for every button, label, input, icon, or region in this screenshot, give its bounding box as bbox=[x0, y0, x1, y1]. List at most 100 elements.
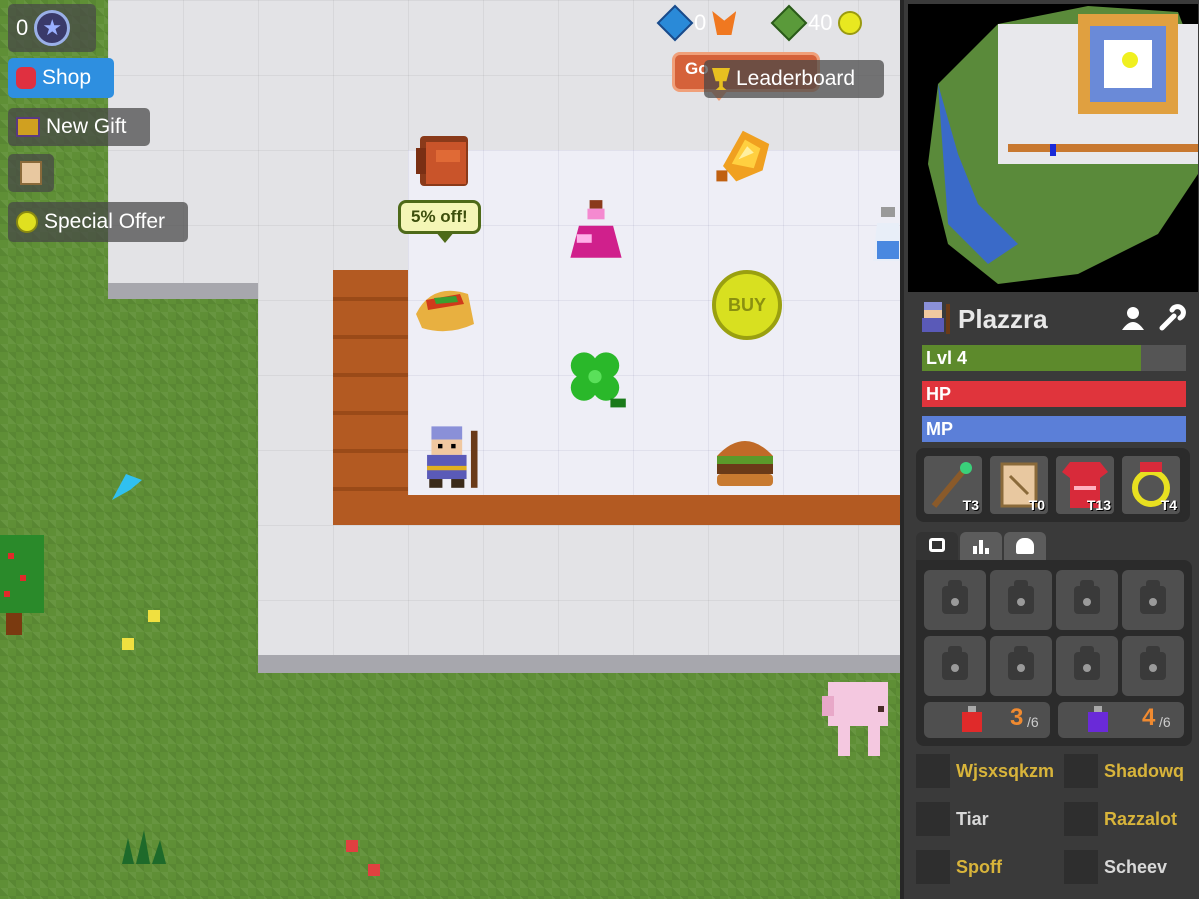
hp-label: HP bbox=[926, 384, 952, 404]
profile-icon[interactable] bbox=[1122, 306, 1144, 330]
level-bar: Lvl 4 bbox=[922, 345, 1186, 371]
inventory-slot[interactable] bbox=[990, 636, 1052, 696]
leaderboard-button[interactable]: Leaderboard bbox=[704, 60, 884, 98]
inventory-slot[interactable] bbox=[924, 636, 986, 696]
equip-slot-robe[interactable]: T13 bbox=[1054, 454, 1116, 516]
empty-slot-icon bbox=[1074, 580, 1100, 614]
clover-item[interactable] bbox=[562, 348, 628, 414]
pink-pig-sprite bbox=[822, 682, 888, 756]
tab-inventory[interactable] bbox=[916, 532, 958, 560]
tab-vault[interactable] bbox=[1004, 532, 1046, 560]
discount-bubble: 5% off! bbox=[398, 200, 481, 243]
taco-item[interactable] bbox=[412, 278, 480, 338]
new-gift-label: New Gift bbox=[46, 115, 127, 138]
vault-icon bbox=[1016, 538, 1034, 554]
inventory-slot[interactable] bbox=[1056, 570, 1118, 630]
star-icon: ★ bbox=[34, 10, 71, 46]
player-avatar bbox=[916, 802, 950, 836]
player-entry[interactable]: Razzalot bbox=[1064, 802, 1177, 836]
player-entry[interactable]: Scheev bbox=[1064, 850, 1167, 884]
fame-count: 0 bbox=[16, 15, 29, 40]
stone-ledge-left bbox=[108, 283, 260, 299]
trophy-icon bbox=[712, 68, 730, 90]
equip-slot-scroll[interactable]: T0 bbox=[988, 454, 1050, 516]
bottle-item[interactable] bbox=[870, 205, 900, 265]
scroll-button[interactable] bbox=[8, 154, 54, 192]
player-avatar bbox=[1064, 754, 1098, 788]
robe-tier: T13 bbox=[1086, 497, 1111, 513]
player-entry[interactable]: Wjsxsqkzm bbox=[916, 754, 1054, 788]
mp-bar: MP bbox=[922, 416, 1186, 442]
yellow-flowers bbox=[122, 610, 160, 650]
inventory-slot[interactable] bbox=[1122, 636, 1184, 696]
player-wizard-sprite[interactable] bbox=[416, 422, 482, 490]
empty-slot-icon bbox=[1008, 646, 1034, 680]
ring-tier: T4 bbox=[1160, 497, 1177, 513]
magic-potion-max: /6 bbox=[1159, 714, 1171, 730]
player-entry[interactable]: Spoff bbox=[916, 850, 1002, 884]
equip-slot-staff[interactable]: T3 bbox=[922, 454, 984, 516]
inventory-slot[interactable] bbox=[1122, 570, 1184, 630]
empty-slot-icon bbox=[1140, 580, 1166, 614]
player-avatar bbox=[916, 850, 950, 884]
inventory-slot[interactable] bbox=[990, 570, 1052, 630]
backpack-tab-icon bbox=[929, 538, 945, 552]
side-panel: Plazzra Lvl 4 HP MP T3 T0 T13 T4 3 /6 4 … bbox=[900, 0, 1199, 899]
tab-stats[interactable] bbox=[960, 532, 1002, 560]
shop-label: Shop bbox=[42, 66, 92, 89]
stats-chart-icon bbox=[972, 538, 990, 558]
player-name: Wjsxsqkzm bbox=[956, 760, 1055, 781]
buy-coin-label: BUY bbox=[727, 294, 766, 315]
minimap[interactable] bbox=[908, 4, 1198, 292]
empty-slot-icon bbox=[1008, 580, 1034, 614]
blue-bird-sprite bbox=[112, 474, 142, 500]
equip-slot-ring[interactable]: T4 bbox=[1120, 454, 1182, 516]
player-name: Razzalot bbox=[1104, 808, 1178, 829]
shop-button[interactable]: Shop bbox=[8, 58, 114, 98]
coin-icon bbox=[16, 211, 38, 233]
backpack-item[interactable] bbox=[414, 128, 474, 188]
mp-label: MP bbox=[926, 419, 953, 439]
player-avatar bbox=[916, 754, 950, 788]
magic-potion-count: 4 bbox=[1142, 704, 1156, 731]
buy-coin-button[interactable]: BUY bbox=[712, 270, 782, 340]
fame-counter[interactable]: 0 ★ bbox=[8, 4, 96, 52]
honey-pixel-item[interactable] bbox=[712, 122, 778, 188]
player-entry[interactable]: Tiar bbox=[916, 802, 989, 836]
settings-wrench-icon[interactable] bbox=[1158, 304, 1186, 332]
info-count: 0 bbox=[694, 10, 707, 35]
player-entry[interactable]: Shadowq bbox=[1064, 754, 1184, 788]
add-gold-icon[interactable] bbox=[770, 4, 808, 42]
special-offer-button[interactable]: Special Offer bbox=[8, 202, 188, 242]
minimap-terrain bbox=[928, 6, 1198, 284]
leaderboard-label: Leaderboard bbox=[736, 67, 856, 90]
wood-counter-horizontal bbox=[333, 495, 900, 525]
info-icon bbox=[656, 4, 694, 42]
empty-slot-icon bbox=[942, 580, 968, 614]
character-name: Plazzra bbox=[958, 304, 1048, 334]
inventory-slot[interactable] bbox=[924, 570, 986, 630]
inventory-slot[interactable] bbox=[1056, 636, 1118, 696]
gold-counter[interactable]: 40 bbox=[770, 4, 863, 42]
player-name: Tiar bbox=[956, 808, 989, 829]
pink-potion-item[interactable] bbox=[564, 198, 628, 262]
scroll-tier: T0 bbox=[1028, 497, 1045, 513]
empty-slot-icon bbox=[1140, 646, 1166, 680]
info-counter[interactable]: 0 bbox=[656, 4, 737, 42]
game-world[interactable]: BUY 5% off! Go 0 ★ Shop New Gift Special… bbox=[0, 0, 900, 899]
burger-item[interactable] bbox=[713, 430, 777, 490]
player-avatar bbox=[1064, 850, 1098, 884]
discount-text: 5% off! bbox=[411, 207, 468, 226]
empty-slot-icon bbox=[1074, 646, 1100, 680]
player-name: Spoff bbox=[956, 856, 1002, 877]
gold-coin-icon bbox=[838, 11, 863, 35]
tree-sprite bbox=[0, 535, 44, 635]
red-flowers bbox=[346, 840, 380, 876]
health-potion-slot[interactable]: 3 /6 bbox=[924, 702, 1050, 738]
stone-ledge-bottom bbox=[258, 655, 900, 673]
new-gift-button[interactable]: New Gift bbox=[8, 108, 150, 146]
player-avatar bbox=[1064, 802, 1098, 836]
staff-tier: T3 bbox=[962, 497, 979, 513]
player-name: Scheev bbox=[1104, 856, 1168, 877]
magic-potion-slot[interactable]: 4 /6 bbox=[1058, 702, 1184, 738]
